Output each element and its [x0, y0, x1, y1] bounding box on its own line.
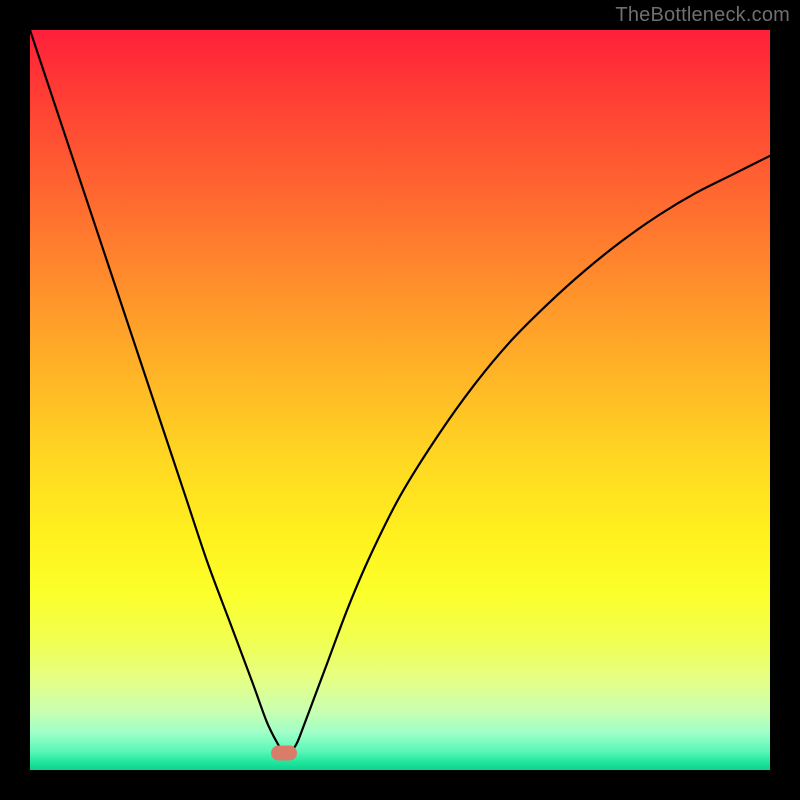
- optimal-point-marker: [271, 746, 297, 761]
- bottleneck-curve: [30, 30, 770, 754]
- chart-frame: TheBottleneck.com: [0, 0, 800, 800]
- curve-svg: [30, 30, 770, 770]
- watermark-text: TheBottleneck.com: [615, 4, 790, 27]
- plot-area: [30, 30, 770, 770]
